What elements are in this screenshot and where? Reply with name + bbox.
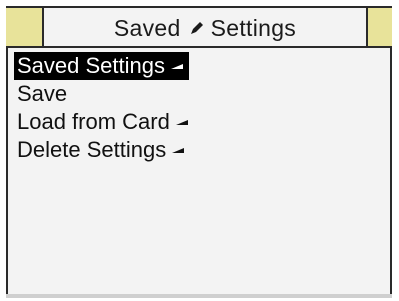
camera-lcd-screen: Saved Settings Saved Settings Save Load … — [0, 0, 399, 301]
menu-item-delete-settings[interactable]: Delete Settings — [14, 136, 194, 164]
submenu-arrow-icon — [170, 61, 185, 71]
menu-item-saved-settings[interactable]: Saved Settings — [14, 52, 189, 80]
menu-item-save[interactable]: Save — [14, 80, 194, 108]
menu-item-label: Delete Settings — [17, 137, 167, 162]
tab-strip: Saved Settings — [6, 6, 392, 48]
tab-title-right: Settings — [210, 14, 297, 41]
tab-saved-settings[interactable]: Saved Settings — [42, 8, 368, 48]
menu-item-label: Load from Card — [17, 109, 170, 134]
menu-item-load-from-card[interactable]: Load from Card — [14, 108, 194, 136]
submenu-arrow-icon — [172, 145, 186, 155]
settings-menu: Saved Settings Save Load from Card Delet… — [14, 52, 194, 164]
tab-title-left: Saved — [113, 14, 181, 41]
menu-item-label: Saved Settings — [17, 53, 165, 78]
menu-item-label: Save — [17, 81, 68, 106]
pencil-icon — [189, 20, 205, 36]
submenu-arrow-icon — [175, 117, 190, 127]
menu-panel: Saved Settings Save Load from Card Delet… — [6, 46, 392, 296]
panel-bottom-edge — [6, 294, 392, 298]
